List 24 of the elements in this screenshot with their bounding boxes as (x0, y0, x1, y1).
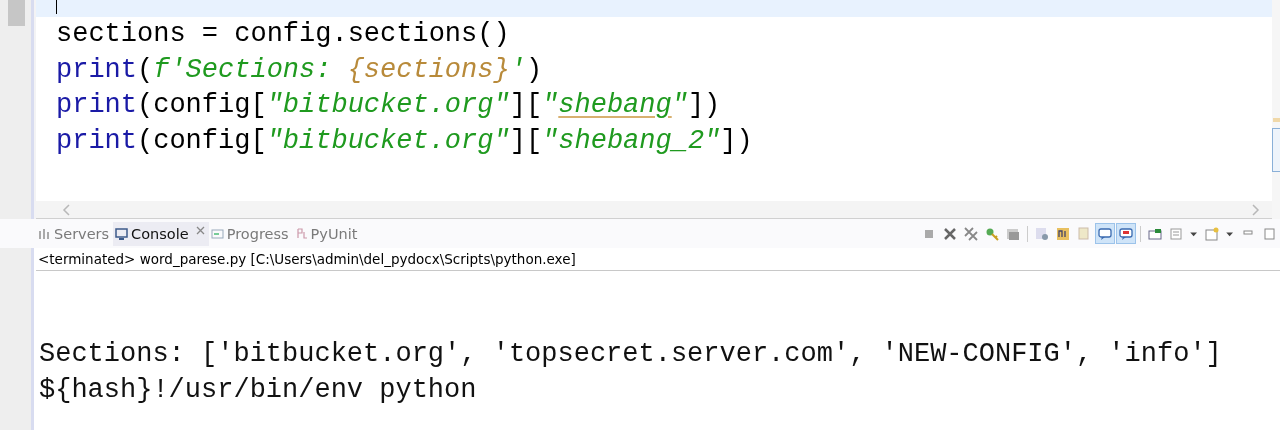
horizontal-scrollbar[interactable] (36, 201, 1272, 218)
view-tab[interactable]: Servers (36, 221, 114, 246)
progress-view-icon (210, 227, 224, 240)
pyunit-view-icon (294, 227, 308, 240)
code-line: print(config["bitbucket.org"]["shebang_2"]) (55, 124, 754, 158)
text-cursor (56, 0, 57, 14)
speech-bubble-icon[interactable] (1117, 224, 1135, 243)
code-line: print(config["bitbucket.org"]["shebang"]) (55, 89, 722, 122)
console-view-icon (115, 227, 129, 240)
code-line: print(f'Sections: {sections}') (55, 53, 544, 87)
scrollbar-thumb[interactable] (8, 0, 25, 26)
close-icon[interactable] (195, 226, 205, 235)
scroll-right-icon[interactable] (1252, 203, 1260, 216)
code-line: sections = config.sections() (55, 18, 511, 51)
view-tab[interactable]: Console (113, 221, 209, 246)
overview-ruler-mark (1273, 118, 1280, 122)
view-tab[interactable]: Progress (208, 221, 293, 246)
speech-bubble-icon[interactable] (1096, 224, 1114, 243)
code-editor[interactable]: sections = config.sections() print(f'Sections: {sections}') print(config["bitbucket.org"]["shebang"]) print(config["bitbucket.org"]["shebang_2"]) (36, 0, 1272, 219)
scroll-left-icon[interactable] (62, 203, 70, 216)
view-tab[interactable]: PyUnit (292, 221, 362, 246)
console-output: Sections: ['bitbucket.org', 'topsecret.server.com', 'NEW-CONFIG', 'info'] ${hash}!/usr/bin/env python (38, 338, 1223, 407)
double-cross-icon[interactable] (962, 224, 980, 243)
servers-view-icon (38, 227, 51, 240)
